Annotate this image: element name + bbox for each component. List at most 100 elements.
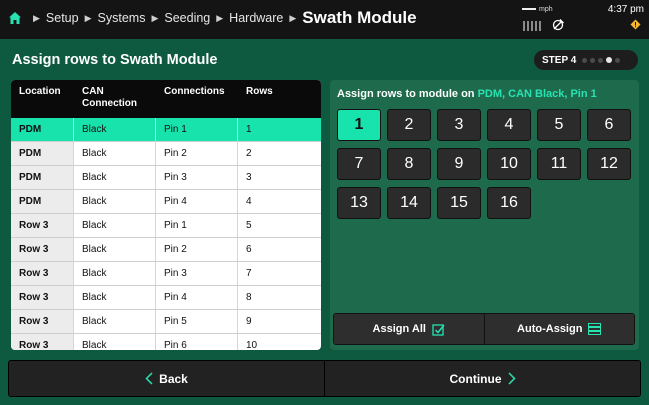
header-location: Location <box>19 86 61 97</box>
cell-connection: Pin 2 <box>156 238 238 261</box>
row-button-8[interactable]: 8 <box>387 148 431 180</box>
cell-can-connection: Black <box>74 286 156 309</box>
assign-panel: Assign rows to module on PDM, CAN Black,… <box>330 80 639 350</box>
page-heading: Swath Module <box>302 8 417 27</box>
step-dot <box>590 57 596 63</box>
breadcrumb-separator-icon: ▶ <box>33 12 40 23</box>
back-label: Back <box>159 371 188 386</box>
row-button-6[interactable]: 6 <box>587 109 631 141</box>
step-dot <box>598 57 604 63</box>
cell-connection: Pin 4 <box>156 190 238 213</box>
cell-location: Row 3 <box>11 238 74 261</box>
row-button-2[interactable]: 2 <box>387 109 431 141</box>
cell-connection: Pin 3 <box>156 166 238 189</box>
cell-row: 6 <box>246 244 252 255</box>
cell-location: Row 3 <box>11 310 74 333</box>
cell-location: Row 3 <box>11 262 74 285</box>
row-button-7[interactable]: 7 <box>337 148 381 180</box>
row-button-10[interactable]: 10 <box>487 148 531 180</box>
breadcrumb-separator-icon: ▶ <box>216 12 224 23</box>
continue-label: Continue <box>449 371 502 386</box>
cell-row: 4 <box>246 196 252 207</box>
cell-can-connection: Black <box>74 166 156 189</box>
breadcrumb-seeding[interactable]: Seeding <box>164 11 210 25</box>
table-body: PDM Black Pin 1 1 PDM Black Pin 2 2 PDM Black Pin … <box>11 118 321 350</box>
table-row[interactable]: Row 3 Black Pin 5 9 <box>11 310 321 334</box>
cell-row: 1 <box>238 118 321 141</box>
home-icon[interactable] <box>8 11 22 25</box>
table-row[interactable]: PDM Black Pin 3 3 <box>11 166 321 190</box>
table-row[interactable]: PDM Black Pin 11 <box>11 118 321 142</box>
gps-off-icon <box>552 19 564 31</box>
row-button-9[interactable]: 9 <box>437 148 481 180</box>
table-row[interactable]: Row 3 Black Pin 4 8 <box>11 286 321 310</box>
table-row[interactable]: PDM Black Pin 4 4 <box>11 190 321 214</box>
row-button-16[interactable]: 16 <box>487 187 531 219</box>
cell-can-connection: Black <box>74 118 156 141</box>
breadcrumb-separator-icon: ▶ <box>84 12 92 23</box>
panel-title: Assign rows to module on PDM, CAN Black,… <box>337 88 597 100</box>
cell-connection: Pin 5 <box>156 310 238 333</box>
page-title: Assign rows to Swath Module <box>12 52 218 68</box>
cell-location: PDM <box>11 118 74 141</box>
table-header: Location CAN Connection Connections Rows <box>11 80 321 118</box>
breadcrumb-separator-icon: ▶ <box>151 12 159 23</box>
breadcrumb-systems[interactable]: Systems <box>98 11 146 25</box>
assign-bar: Assign All Auto-Assign <box>333 313 635 345</box>
row-button-14[interactable]: 14 <box>387 187 431 219</box>
breadcrumb-setup[interactable]: Setup <box>46 11 79 25</box>
cell-connection: Pin 1 <box>156 214 238 237</box>
row-button-15[interactable]: 15 <box>437 187 481 219</box>
row-button-3[interactable]: 3 <box>437 109 481 141</box>
assign-all-label: Assign All <box>372 323 426 335</box>
row-button-13[interactable]: 13 <box>337 187 381 219</box>
cell-row: 5 <box>246 220 252 231</box>
breadcrumb-hardware[interactable]: Hardware <box>229 11 283 25</box>
back-button[interactable]: Back <box>9 361 324 396</box>
cell-row: 3 <box>246 172 252 183</box>
step-dot <box>582 57 588 63</box>
step-indicator: STEP 4 <box>534 50 638 70</box>
cell-row: 10 <box>246 340 258 350</box>
cell-row: 2 <box>246 148 252 159</box>
row-button-5[interactable]: 5 <box>537 109 581 141</box>
table-row[interactable]: Row 3 Black Pin 1 5 <box>11 214 321 238</box>
cell-location: Row 3 <box>11 214 74 237</box>
table-row[interactable]: Row 3 Black Pin 2 6 <box>11 238 321 262</box>
speed-dash-icon <box>522 8 536 11</box>
continue-button[interactable]: Continue <box>324 361 640 396</box>
cell-row: 9 <box>246 316 252 327</box>
cell-can-connection: Black <box>74 214 156 237</box>
table-row[interactable]: Row 3 Black Pin 3 7 <box>11 262 321 286</box>
breadcrumb-separator-icon: ▶ <box>289 12 297 23</box>
table-row[interactable]: PDM Black Pin 2 2 <box>11 142 321 166</box>
row-button-4[interactable]: 4 <box>487 109 531 141</box>
cell-connection: Pin 6 <box>156 334 238 350</box>
cell-location: Row 3 <box>11 286 74 309</box>
cell-location: Row 3 <box>11 334 74 350</box>
header-rows: Rows <box>246 86 273 97</box>
auto-assign-button[interactable]: Auto-Assign <box>483 314 634 344</box>
table-row[interactable]: Row 3 Black Pin 6 10 <box>11 334 321 350</box>
header-connections: Connections <box>164 86 225 97</box>
cell-can-connection: Black <box>74 334 156 350</box>
row-button-11[interactable]: 11 <box>537 148 581 180</box>
cell-can-connection: Black <box>74 190 156 213</box>
header-can-connection: CAN Connection <box>82 86 137 109</box>
assign-all-button[interactable]: Assign All <box>334 314 484 344</box>
warning-icon[interactable] <box>630 19 641 30</box>
speed-unit: mph <box>539 6 553 13</box>
top-bar: ▶ Setup ▶ Systems ▶ Seeding ▶ Hardware ▶… <box>0 0 649 39</box>
checkbox-check-icon <box>432 323 445 336</box>
cell-can-connection: Black <box>74 310 156 333</box>
clock: 4:37 pm <box>607 4 644 15</box>
cell-can-connection: Black <box>74 262 156 285</box>
row-button-1[interactable]: 1 <box>337 109 381 141</box>
breadcrumb: ▶ Setup ▶ Systems ▶ Seeding ▶ Hardware ▶… <box>27 0 417 36</box>
row-button-12[interactable]: 12 <box>587 148 631 180</box>
bottom-nav: Back Continue <box>8 360 641 397</box>
cell-row: 7 <box>246 268 252 279</box>
auto-assign-label: Auto-Assign <box>517 323 583 335</box>
step-dot <box>606 57 613 63</box>
list-icon <box>588 323 602 335</box>
